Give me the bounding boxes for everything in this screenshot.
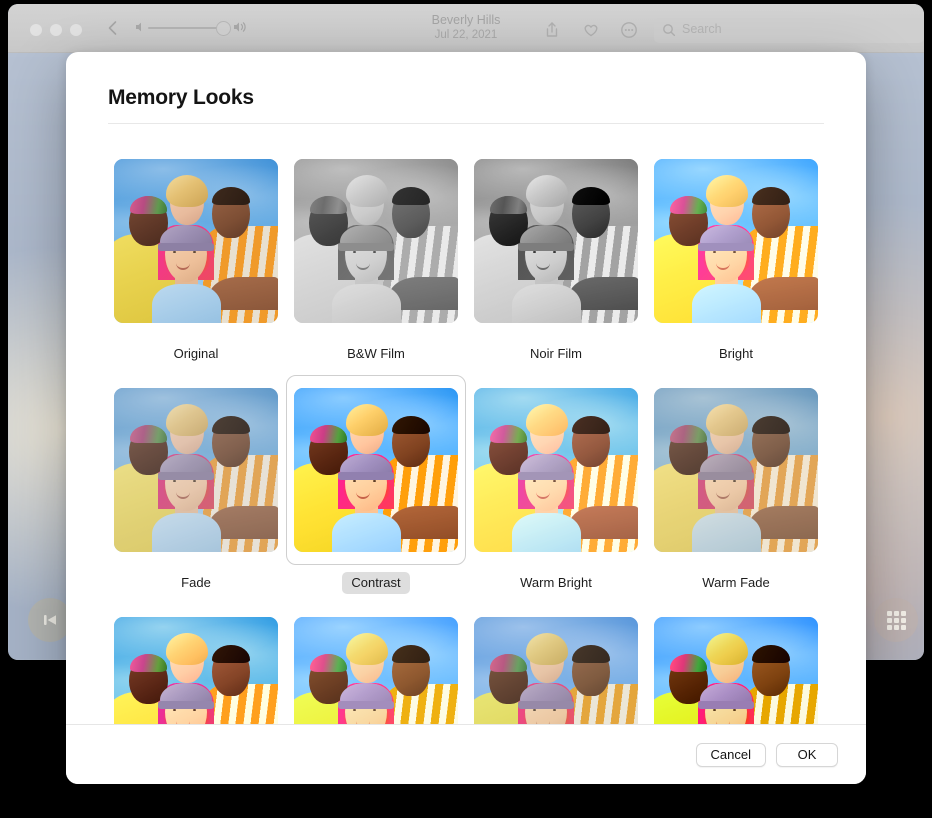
search-placeholder: Search	[682, 22, 722, 36]
look-thumbnail-image	[474, 388, 638, 552]
photo-person-center-hair	[345, 633, 389, 665]
grid-view-button[interactable]	[874, 598, 918, 642]
photo-person-center-hair	[345, 175, 389, 207]
look-label: Original	[173, 346, 219, 361]
ok-button[interactable]: OK	[776, 742, 838, 767]
dialog-footer: Cancel OK	[66, 724, 866, 784]
look-option[interactable]: Fade	[106, 375, 286, 594]
page-title: Memory Looks	[108, 86, 254, 109]
photo-person-front-body	[151, 512, 221, 552]
photo-person-front-hat-brim	[338, 471, 395, 480]
look-thumbnail-image	[474, 159, 638, 323]
photo-person-front-hat-brim	[158, 242, 215, 251]
look-thumbnail-frame[interactable]	[106, 375, 286, 565]
look-option[interactable]: Original	[106, 146, 286, 365]
look-thumbnail-image	[294, 159, 458, 323]
look-thumbnail-frame[interactable]	[466, 375, 646, 565]
screen: Beverly Hills Jul 22, 2021 Search Memory…	[0, 0, 932, 818]
heart-icon	[584, 24, 598, 37]
memory-looks-dialog: Memory Looks Original B&W Film Noir Film Br…	[66, 52, 866, 784]
look-thumbnail-image	[654, 159, 818, 323]
look-label: Warm Fade	[702, 575, 770, 590]
look-label: Contrast	[342, 572, 410, 594]
photo-person-center-hair	[165, 175, 209, 207]
look-thumbnail-image	[114, 388, 278, 552]
ellipsis-circle-icon	[621, 22, 637, 38]
photo-person-front-body	[511, 512, 581, 552]
photo-person-center-hair	[705, 633, 749, 665]
search-field[interactable]: Search	[654, 18, 924, 43]
minimize-button[interactable]	[50, 24, 62, 36]
photo-person-front-hat-brim	[518, 700, 575, 709]
photo-person-front-hat-brim	[518, 471, 575, 480]
look-thumbnail-frame[interactable]	[286, 146, 466, 336]
photo-person-center-hair	[165, 633, 209, 665]
photo-person-center-hair	[345, 404, 389, 436]
photo-person-center-hair	[705, 175, 749, 207]
photo-person-front-hat-brim	[338, 700, 395, 709]
grid-icon	[886, 610, 906, 630]
favorite-button[interactable]	[581, 20, 601, 40]
photo-person-front-body	[691, 512, 761, 552]
photo-person-front-body	[691, 283, 761, 323]
photo-person-front-hat-brim	[158, 700, 215, 709]
look-label: B&W Film	[347, 346, 405, 361]
search-icon	[663, 24, 676, 37]
look-label: Noir Film	[530, 346, 582, 361]
photo-person-center-hair	[525, 404, 569, 436]
volume-track	[148, 27, 222, 29]
photo-person-center-hair	[525, 175, 569, 207]
close-button[interactable]	[30, 24, 42, 36]
photo-person-front-hat-brim	[698, 242, 755, 251]
photo-person-center-hair	[525, 633, 569, 665]
look-thumbnail-frame[interactable]	[646, 146, 826, 336]
look-option[interactable]: B&W Film	[286, 146, 466, 365]
look-thumbnail-frame[interactable]	[466, 146, 646, 336]
window-toolbar: Beverly Hills Jul 22, 2021 Search	[8, 4, 924, 53]
look-thumbnail-image	[294, 388, 458, 552]
photo-person-front-hat-brim	[158, 471, 215, 480]
look-label: Fade	[181, 575, 211, 590]
share-icon	[546, 22, 558, 37]
photo-person-front-body	[331, 283, 401, 323]
look-option[interactable]: Warm Fade	[646, 375, 826, 594]
memory-looks-grid: Original B&W Film Noir Film Bright Fade Contr…	[66, 146, 866, 784]
photo-person-front-hat-brim	[698, 700, 755, 709]
volume-slider[interactable]	[134, 21, 246, 36]
look-thumbnail-frame[interactable]	[646, 375, 826, 565]
photo-person-front-hat-brim	[518, 242, 575, 251]
photo-person-center-hair	[165, 404, 209, 436]
zoom-button[interactable]	[70, 24, 82, 36]
speaker-low-icon	[136, 22, 141, 32]
look-option[interactable]: Bright	[646, 146, 826, 365]
look-thumbnail-frame[interactable]	[286, 375, 466, 565]
look-option[interactable]: Contrast	[286, 375, 466, 594]
look-label: Bright	[719, 346, 753, 361]
speaker-high-icon	[234, 22, 246, 32]
photo-person-front-hat-brim	[698, 471, 755, 480]
look-thumbnail-frame[interactable]	[106, 146, 286, 336]
share-button[interactable]	[542, 20, 562, 40]
photo-person-front-body	[331, 512, 401, 552]
look-option[interactable]: Noir Film	[466, 146, 646, 365]
photo-person-center-hair	[705, 404, 749, 436]
chevron-left-icon	[108, 21, 117, 35]
photo-person-front-hat-brim	[338, 242, 395, 251]
back-button[interactable]	[104, 18, 122, 38]
look-option[interactable]: Warm Bright	[466, 375, 646, 594]
photo-person-front-body	[511, 283, 581, 323]
look-label: Warm Bright	[520, 575, 592, 590]
dialog-header: Memory Looks	[66, 52, 866, 110]
look-thumbnail-image	[654, 388, 818, 552]
photo-person-front-body	[151, 283, 221, 323]
cancel-button[interactable]: Cancel	[695, 742, 766, 767]
skip-back-icon	[44, 615, 56, 625]
volume-knob[interactable]	[216, 21, 231, 36]
header-divider	[108, 123, 824, 124]
more-options-button[interactable]	[619, 20, 639, 40]
look-thumbnail-image	[114, 159, 278, 323]
